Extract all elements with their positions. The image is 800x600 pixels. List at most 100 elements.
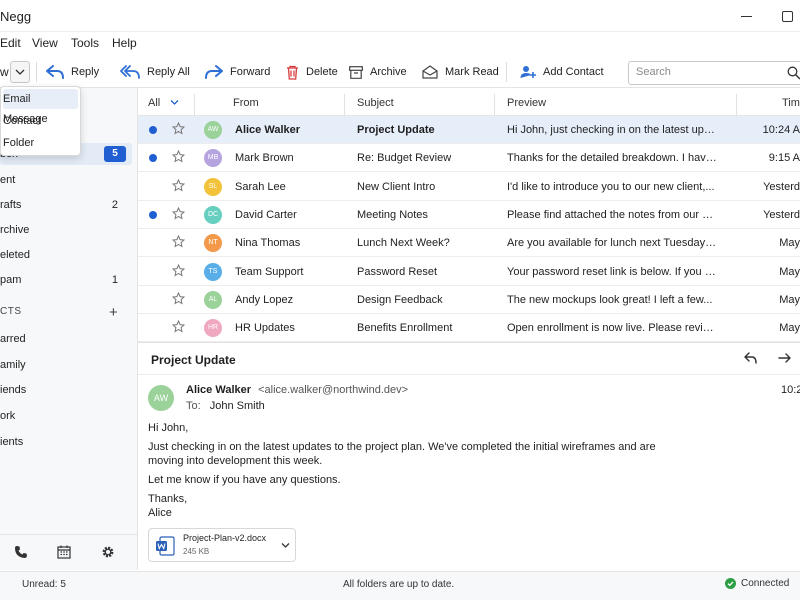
menu-item-email-message[interactable]: Email Message	[3, 89, 78, 125]
row-time: Yesterd	[763, 180, 800, 193]
chevron-down-icon[interactable]	[281, 542, 290, 549]
folder-archive[interactable]: rchive	[0, 219, 132, 241]
column-preview[interactable]: Preview	[507, 97, 546, 109]
menu-tools[interactable]: Tools	[71, 36, 99, 50]
star-icon[interactable]	[171, 319, 186, 336]
reading-pane: Project Update AW Alice Walker <alice.wa…	[138, 342, 800, 570]
unread-badge: 5	[104, 146, 126, 162]
message-time: 10:2	[781, 384, 800, 396]
maximize-button[interactable]	[777, 6, 800, 26]
search-box[interactable]	[628, 61, 800, 85]
forward-icon[interactable]	[778, 352, 791, 364]
connection-status: Connected	[725, 578, 789, 589]
phone-icon[interactable]	[14, 545, 28, 559]
menu-item-folder[interactable]: Folder	[3, 133, 78, 153]
row-subject: Lunch Next Week?	[357, 237, 450, 250]
forward-icon	[205, 65, 223, 79]
unread-count: Unread: 5	[22, 579, 66, 590]
toolbar-divider	[36, 62, 37, 82]
contact-group-work[interactable]: ork	[0, 410, 15, 422]
folder-deleted[interactable]: eleted	[0, 244, 132, 266]
folder-label: rafts	[0, 199, 22, 211]
bottom-nav	[0, 534, 137, 570]
reply-button[interactable]: Reply	[46, 60, 99, 84]
row-time: May	[779, 322, 800, 335]
sync-status: All folders are up to date.	[343, 579, 455, 590]
row-subject: Meeting Notes	[357, 208, 428, 221]
row-time: May	[779, 293, 800, 306]
sender-name: Alice Walker	[186, 384, 252, 396]
star-icon[interactable]	[171, 150, 186, 166]
star-icon[interactable]	[171, 234, 186, 251]
reply-all-button[interactable]: Reply All	[120, 60, 190, 84]
message-row[interactable]: NT Nina Thomas Lunch Next Week? Are you ava…	[138, 229, 800, 258]
chevron-down-icon	[15, 69, 25, 75]
reply-icon[interactable]	[744, 352, 757, 364]
folder-count: 2	[111, 199, 118, 211]
attachment-size: 245 KB	[183, 547, 210, 556]
filter-dropdown[interactable]: All	[148, 97, 179, 109]
message-title: Project Update	[151, 353, 236, 367]
attachment-card[interactable]: Project-Plan-v2.docx 245 KB	[148, 528, 296, 562]
calendar-icon[interactable]	[57, 545, 71, 559]
forward-button[interactable]: Forward	[205, 60, 270, 84]
avatar: DC	[204, 205, 222, 224]
new-button[interactable]: w	[0, 60, 10, 84]
column-from[interactable]: From	[233, 97, 259, 109]
folder-label: pam	[0, 274, 22, 286]
menu-help[interactable]: Help	[112, 36, 137, 50]
message-row[interactable]: AL Andy Lopez Design Feedback The new mocku…	[138, 286, 800, 314]
avatar: TS	[204, 262, 222, 281]
folder-pane: box 5 ent rafts 2 rchive eleted pam 1 CT…	[0, 88, 138, 570]
delete-label: Delete	[306, 66, 338, 78]
toolbar-divider	[506, 62, 507, 82]
delete-button[interactable]: Delete	[286, 60, 338, 84]
folder-sent[interactable]: ent	[0, 169, 132, 191]
add-group-icon[interactable]: +	[109, 304, 118, 321]
add-contact-button[interactable]: Add Contact	[520, 60, 604, 84]
mark-read-button[interactable]: Mark Read	[422, 60, 499, 84]
add-contact-icon	[520, 66, 536, 78]
menu-view[interactable]: View	[32, 36, 58, 50]
sender-line: Alice Walker <alice.walker@northwind.dev…	[186, 384, 408, 396]
menu-item-contact[interactable]: Contact	[3, 111, 78, 131]
message-row[interactable]: MB Mark Brown Re: Budget Review Thanks for …	[138, 144, 800, 173]
new-item-menu: Email Message Contact Folder	[0, 86, 81, 156]
forward-label: Forward	[230, 66, 271, 78]
message-row[interactable]: HR HR Updates Benefits Enrollment Open enro…	[138, 314, 800, 343]
message-row[interactable]: DC David Carter Meeting Notes Please find a…	[138, 201, 800, 229]
filter-label: All	[148, 97, 161, 109]
star-icon[interactable]	[171, 121, 186, 138]
contact-group-family[interactable]: amily	[0, 359, 26, 371]
row-preview: I'd like to introduce you to our new cli…	[507, 180, 715, 193]
folder-drafts[interactable]: rafts 2	[0, 194, 132, 216]
message-row[interactable]: SL Sarah Lee New Client Intro I'd like to i…	[138, 173, 800, 201]
row-from: HR Updates	[235, 322, 295, 335]
column-time[interactable]: Time	[782, 97, 800, 109]
contacts-header: CTS +	[0, 304, 132, 324]
star-icon[interactable]	[171, 291, 186, 308]
contact-group-starred[interactable]: arred	[0, 333, 26, 345]
avatar: AL	[204, 290, 222, 309]
star-icon[interactable]	[171, 206, 186, 223]
search-input[interactable]	[636, 66, 776, 78]
contact-group-friends[interactable]: iends	[0, 384, 26, 396]
unread-dot-icon	[149, 126, 157, 134]
column-subject[interactable]: Subject	[357, 97, 394, 109]
message-row[interactable]: AW Alice Walker Project Update Hi John, jus…	[138, 116, 800, 144]
star-icon[interactable]	[171, 263, 186, 280]
gear-icon[interactable]	[101, 545, 115, 559]
search-icon	[787, 66, 800, 80]
star-icon[interactable]	[171, 178, 186, 195]
message-row[interactable]: TS Team Support Password Reset Your passwor…	[138, 258, 800, 286]
contact-group-clients[interactable]: ients	[0, 436, 23, 448]
add-contact-label: Add Contact	[543, 66, 604, 78]
row-preview: Open enrollment is now live. Please revi…	[507, 322, 717, 335]
minimize-button[interactable]	[737, 6, 761, 26]
archive-button[interactable]: Archive	[349, 60, 407, 84]
unread-dot-icon	[149, 154, 157, 163]
menu-edit[interactable]: Edit	[0, 36, 21, 50]
folder-spam[interactable]: pam 1	[0, 269, 132, 291]
row-preview: Are you available for lunch next Tuesday…	[507, 237, 717, 250]
new-dropdown-button[interactable]	[10, 61, 30, 83]
